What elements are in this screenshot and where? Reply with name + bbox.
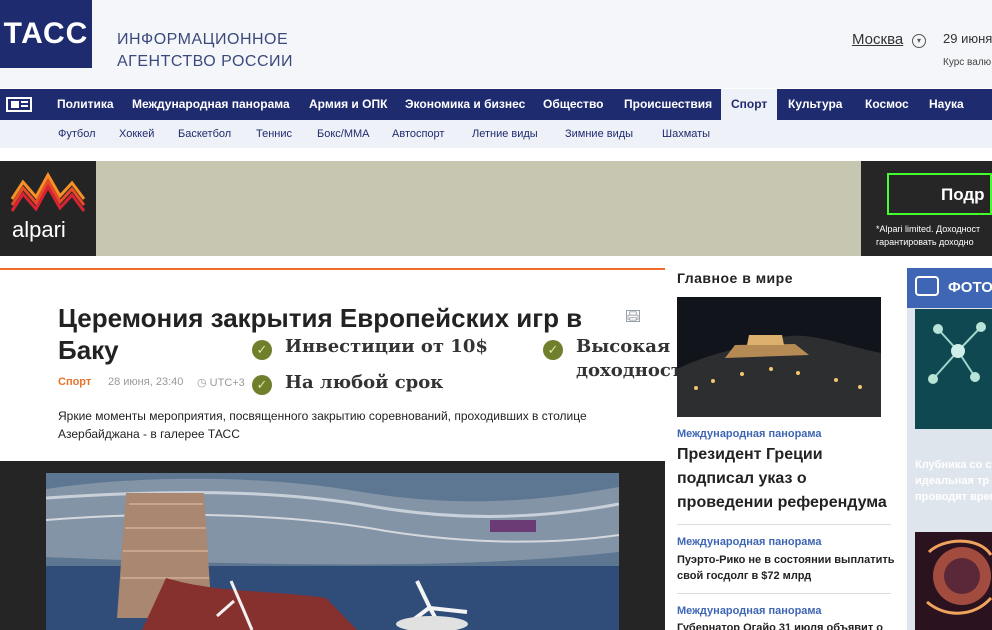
story-headline[interactable]: Пуэрто-Рико не в состоянии выплатить сво… [677,552,897,584]
subnav-boxing[interactable]: Бокс/ММА [317,128,370,140]
story-divider [677,593,891,594]
agency-title: ИНФОРМАЦИОННОЕ АГЕНТСТВО РОССИИ [117,29,293,73]
site-header: ТАСС ИНФОРМАЦИОННОЕ АГЕНТСТВО РОССИИ Мос… [0,0,992,88]
subnav-motorsport[interactable]: Автоспорт [392,128,444,140]
story-headline[interactable]: Президент Греции подписал указ о проведе… [677,443,897,515]
photo-gallery[interactable] [0,461,665,630]
photo-caption[interactable]: Клубника со с идеальная тр проводят врем [915,457,992,505]
nav-sport[interactable]: Спорт [721,89,778,120]
nav-economy[interactable]: Экономика и бизнес [405,89,525,120]
alpari-brand: alpari [12,217,66,242]
story-headline[interactable]: Губернатор Огайо 31 июля объявит о [677,620,897,630]
sport-subnavigation: Футбол Хоккей Баскетбол Теннис Бокс/ММА … [0,120,992,148]
alpari-logo[interactable]: alpari [0,161,96,256]
nav-world[interactable]: Международная панорама [132,89,290,120]
photo-caption-line-3[interactable]: проводят врем [915,489,992,505]
nav-politics[interactable]: Политика [57,89,114,120]
story-category[interactable]: Международная панорама [677,536,822,548]
currency-rates[interactable]: Курс валю [943,57,991,68]
tass-logo[interactable]: ТАСС [0,0,92,68]
ceremony-photo[interactable] [46,473,619,630]
timezone-label: UTC+3 [209,377,245,389]
tass-page: ТАСС ИНФОРМАЦИОННОЕ АГЕНТСТВО РОССИИ Мос… [0,0,992,630]
article-category[interactable]: Спорт [58,376,91,388]
nav-culture[interactable]: Культура [788,89,842,120]
subnav-winter[interactable]: Зимние виды [565,128,633,140]
advertisement-banner[interactable]: alpari ✓ Инвестиции от 10$ ✓ На любой ср… [0,161,992,395]
nav-society[interactable]: Общество [543,89,604,120]
camera-icon [915,276,939,296]
article-accent-line [0,268,665,270]
athens-night-photo[interactable] [677,297,881,417]
hall-photo[interactable] [915,532,992,630]
ad-disclaimer-line-2: гарантировать доходно [876,237,974,247]
subnav-hockey[interactable]: Хоккей [119,128,154,140]
story-divider [677,524,891,525]
article-date: 28 июня, 23:40 [108,376,184,388]
ad-disclaimer-line-1: *Alpari limited. Доходност [876,224,981,234]
nav-science[interactable]: Наука [929,89,964,120]
story-category[interactable]: Международная панорама [677,428,822,440]
ad-term-text: На любой срок [285,372,444,393]
article-title: Церемония закрытия Европейских игр в Бак… [58,303,583,365]
main-navigation: Политика Международная панорама Армия и … [0,89,992,120]
ad-cta-button[interactable]: Подр [887,173,992,215]
nav-army[interactable]: Армия и ОПК [309,89,387,120]
subnav-summer[interactable]: Летние виды [472,128,538,140]
check-icon: ✓ [252,375,272,395]
current-date: 29 июня [943,31,992,46]
photo-caption-line-1[interactable]: Клубника со с [915,457,992,473]
timezone: ◷ UTC+3 [197,377,245,389]
subnav-tennis[interactable]: Теннис [256,128,292,140]
world-news-title: Главное в мире [677,270,794,286]
nav-incidents[interactable]: Происшествия [624,89,712,120]
agency-line-2: АГЕНТСТВО РОССИИ [117,53,294,70]
strawberry-photo[interactable] [915,309,992,429]
photo-caption-line-2[interactable]: идеальная тр [915,473,992,489]
subnav-basketball[interactable]: Баскетбол [178,128,231,140]
subnav-football[interactable]: Футбол [58,128,96,140]
nav-space[interactable]: Космос [865,89,909,120]
ad-disclaimer: *Alpari limited. Доходност гарантировать… [876,223,980,249]
photo-section-label[interactable]: ФОТО [948,279,992,296]
story-category[interactable]: Международная панорама [677,605,822,617]
menu-icon[interactable] [5,95,33,114]
subnav-chess[interactable]: Шахматы [662,128,710,140]
chevron-down-icon[interactable]: ▾ [912,34,926,48]
city-selector[interactable]: Москва [852,31,903,48]
print-icon[interactable] [626,310,640,322]
article-lead: Яркие моменты мероприятия, посвященного … [58,409,587,441]
alpari-waves-icon [10,171,86,212]
agency-line-1: ИНФОРМАЦИОННОЕ [117,31,289,48]
